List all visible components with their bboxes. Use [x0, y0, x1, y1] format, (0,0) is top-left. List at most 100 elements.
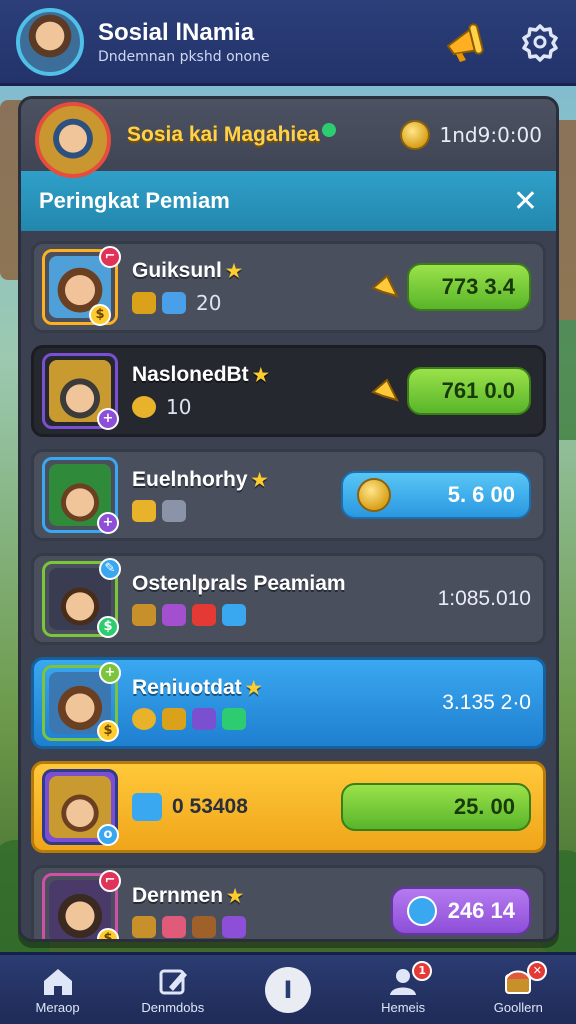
leaderboard-panel: Sosia kai Magahiea 1nd9:0:00 Peringkat P… — [18, 96, 559, 942]
player-avatar: + — [42, 353, 119, 430]
nav-label: Denmdobs — [141, 999, 205, 1015]
player-score: 3.135 2·0 — [442, 691, 531, 714]
arrow-item-icon — [162, 500, 186, 522]
potion-item-icon — [162, 604, 186, 626]
gem-item-icon — [222, 604, 246, 626]
nav-item-heroes[interactable]: 1 Hemeis — [348, 960, 458, 1015]
player-score: 5. 6 00 — [447, 482, 515, 507]
panel-title: Peringkat Pemiam — [39, 188, 230, 213]
plus-badge-icon: + — [99, 662, 121, 684]
coin-icon — [399, 120, 430, 150]
player-score: 246 14 — [447, 898, 515, 923]
top-bar: Sosial lNamia Dndemnan pkshd onone — [0, 0, 576, 86]
player-name: Ostenlprals Peamiam — [132, 572, 346, 595]
player-score: 1:085.010 — [437, 587, 531, 610]
tool-badge-icon: ✎ — [99, 558, 121, 580]
player-score: 773 3.4 — [441, 274, 515, 299]
verified-icon — [321, 123, 336, 137]
edit-icon — [159, 969, 187, 994]
chest-item-icon — [132, 916, 156, 938]
user-badge-avatar[interactable] — [35, 102, 111, 178]
nav-label: Hemeis — [381, 999, 426, 1015]
leaderboard-row[interactable]: + NaslonedBt ★ 10 761 0.0 — [31, 345, 546, 437]
star-item-icon — [192, 604, 216, 626]
cube-item-icon — [132, 793, 162, 821]
score-pill: 25. 00 — [341, 783, 531, 831]
coin-badge-icon: $ — [97, 720, 119, 742]
bottom-nav: Meraop Denmdobs I 1 Hemeis ✕ Goollern — [0, 952, 576, 1024]
arrow-up-icon — [371, 274, 399, 298]
player-avatar: + — [42, 457, 119, 534]
panel-header: Sosia kai Magahiea 1nd9:0:00 — [21, 99, 556, 178]
leaderboard-row[interactable]: + $ Reniuotdat ★ 3.135 2·0 — [31, 657, 546, 749]
coin-badge-icon: $ — [97, 928, 119, 939]
leaderboard-list: ⌐ $ Guiksunl★ 20 773 3.4 + NaslonedBt ★ — [21, 231, 556, 939]
player-score: 25. 00 — [453, 794, 515, 819]
close-button[interactable]: ✕ — [513, 184, 538, 219]
megaphone-icon[interactable] — [442, 20, 486, 64]
score-pill: 761 0.0 — [407, 367, 531, 415]
player-avatar: ⌐ $ — [42, 870, 121, 939]
plus-badge-icon: + — [97, 512, 119, 534]
rank-badge-icon: ⌐ — [99, 246, 121, 268]
nav-label: Goollern — [493, 999, 543, 1015]
nav-item-home[interactable]: Meraop — [3, 965, 113, 1015]
card-item-icon — [162, 916, 186, 938]
score-pill: 773 3.4 — [407, 263, 531, 311]
player-avatar: ⌐ $ — [42, 246, 121, 326]
star-icon: ★ — [225, 261, 242, 281]
home-icon — [43, 968, 72, 995]
nav-item-center[interactable]: I — [233, 966, 343, 1013]
gear-icon[interactable] — [520, 22, 560, 62]
notification-badge: 1 — [412, 960, 433, 981]
wand-item-icon — [222, 916, 246, 938]
player-avatar: ✎ $ — [42, 558, 121, 638]
arrow-up-icon — [371, 378, 399, 402]
player-name: NaslonedBt — [132, 363, 249, 386]
leaderboard-row[interactable]: ✎ $ Ostenlprals Peamiam 1:085.010 — [31, 553, 546, 645]
score-pill: 246 14 — [391, 887, 531, 935]
coin-badge-icon: $ — [89, 304, 111, 326]
feather-item-icon — [132, 500, 156, 522]
close-badge: ✕ — [527, 960, 548, 981]
leaderboard-row[interactable]: o 0 53408 25. 00 — [31, 761, 546, 853]
potion-item-icon — [192, 708, 216, 730]
star-icon: ★ — [227, 886, 244, 906]
app-title: Sosial lNamia — [98, 18, 255, 46]
info-icon: I — [264, 966, 311, 1013]
player-score: 761 0.0 — [441, 378, 515, 403]
leaderboard-row[interactable]: ⌐ $ Guiksunl ★ 20 773 3.4 — [31, 241, 546, 333]
coin-item-icon — [132, 396, 156, 418]
plus-badge-icon: + — [97, 408, 119, 430]
player-name: Reniuotdat — [132, 676, 242, 699]
app-subtitle: Dndemnan pkshd onone — [98, 48, 270, 65]
rocket-item-icon — [162, 292, 186, 314]
leaderboard-row[interactable]: ⌐ $ Dernmen ★ 246 14 — [31, 865, 546, 939]
box-item-icon — [222, 708, 246, 730]
star-icon: ★ — [245, 678, 262, 698]
nav-label: Meraop — [35, 999, 80, 1015]
coin-item-icon — [132, 708, 156, 730]
score-pill: 5. 6 00 — [341, 471, 531, 519]
inline-value: 0 53408 — [172, 795, 248, 818]
player-level: 10 — [166, 395, 192, 419]
check-badge-icon — [407, 896, 437, 926]
leaderboard-row[interactable]: + Euelnhorhy ★ 5. 6 00 — [31, 449, 546, 541]
player-name: Guiksunl — [132, 259, 222, 282]
nav-item-chest[interactable]: ✕ Goollern — [463, 960, 573, 1015]
user-name: Sosia kai Magahiea — [127, 123, 320, 146]
ring-badge-icon: o — [97, 824, 119, 846]
player-name: Euelnhorhy — [132, 468, 248, 491]
panel-title-bar: Peringkat Pemiam ✕ — [21, 171, 556, 231]
player-avatar: + $ — [42, 662, 121, 742]
rank-badge-icon: ⌐ — [99, 870, 121, 892]
profile-avatar[interactable] — [16, 7, 84, 76]
nav-item-edit[interactable]: Denmdobs — [118, 965, 228, 1015]
player-name: Dernmen — [132, 884, 224, 907]
gold-item-icon — [132, 292, 156, 314]
player-avatar: o — [42, 769, 119, 846]
coin-badge-icon: $ — [97, 616, 119, 638]
timer-text: 1nd9:0:00 — [439, 123, 542, 147]
bag-item-icon — [192, 916, 216, 938]
face-coin-icon — [357, 478, 391, 512]
